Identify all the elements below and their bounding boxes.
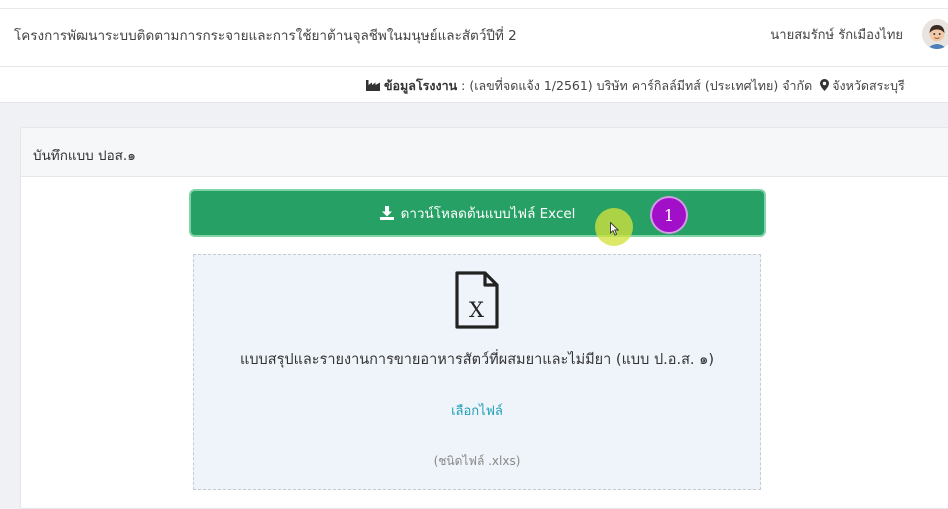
avatar-icon xyxy=(922,19,948,49)
file-type-hint: (ชนิดไฟล์ .xlxs) xyxy=(433,454,521,468)
factory-info-bar: ข้อมูลโรงงาน : (เลขที่จดแจ้ง 1/2561) บริ… xyxy=(0,67,948,103)
excel-file-icon: X xyxy=(455,271,499,329)
user-name[interactable]: นายสมรักษ์ รักเมืองไทย xyxy=(770,24,903,45)
project-title: โครงการพัฒนาระบบติดตามการกระจายและการใช้… xyxy=(14,28,517,44)
factory-separator: : xyxy=(457,78,470,93)
factory-icon xyxy=(366,80,380,91)
user-avatar[interactable] xyxy=(922,19,948,49)
factory-label: ข้อมูลโรงงาน xyxy=(384,78,458,93)
factory-province: จังหวัดสระบุรี xyxy=(832,78,905,93)
choose-file-link[interactable]: เลือกไฟล์ xyxy=(193,400,761,421)
card-header: บันทึกแบบ ปอส.๑ xyxy=(21,128,948,177)
dropzone-title: แบบสรุปและรายงานการขายอาหารสัตว์ที่ผสมยา… xyxy=(239,352,715,368)
factory-info: ข้อมูลโรงงาน : (เลขที่จดแจ้ง 1/2561) บริ… xyxy=(366,76,905,96)
top-navbar: โครงการพัฒนาระบบติดตามการกระจายและการใช้… xyxy=(0,0,948,67)
excel-icon-glyph: X xyxy=(469,298,484,322)
factory-detail: (เลขที่จดแจ้ง 1/2561) บริษัท คาร์กิลล์มี… xyxy=(469,78,813,93)
top-divider xyxy=(0,8,948,9)
download-icon xyxy=(379,206,394,220)
mouse-cursor-icon xyxy=(610,222,620,236)
download-label: ดาวน์โหลดต้นแบบไฟล์ Excel xyxy=(400,206,576,222)
step-badge: 1 xyxy=(652,198,686,232)
map-marker-icon xyxy=(820,79,830,91)
card-title: บันทึกแบบ ปอส.๑ xyxy=(33,148,136,164)
